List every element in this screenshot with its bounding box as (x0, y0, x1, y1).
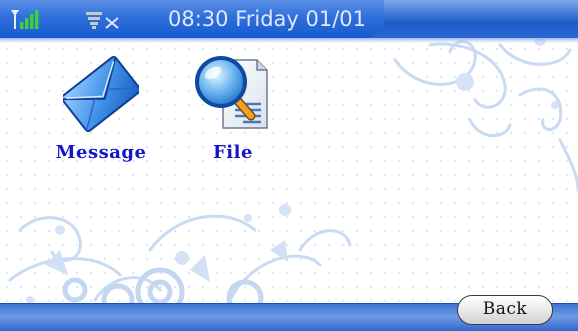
status-bar-shine (0, 38, 578, 43)
file-search-icon (195, 56, 268, 129)
back-button[interactable]: Back (457, 295, 553, 325)
envelope-icon (63, 55, 139, 132)
message-app-button[interactable]: Message (46, 54, 156, 163)
file-app-label: File (213, 142, 253, 163)
background-decoration (8, 34, 578, 317)
message-app-label: Message (55, 142, 147, 163)
signal-strength-icon (11, 10, 39, 29)
status-bar: 08:30 Friday 01/01 (0, 0, 578, 38)
device-screen: 08:30 Friday 01/01 Message File Back (0, 0, 578, 331)
status-clock: 08:30 Friday 01/01 (168, 7, 367, 31)
file-app-button[interactable]: File (178, 54, 288, 163)
network-disconnected-icon (86, 12, 119, 29)
